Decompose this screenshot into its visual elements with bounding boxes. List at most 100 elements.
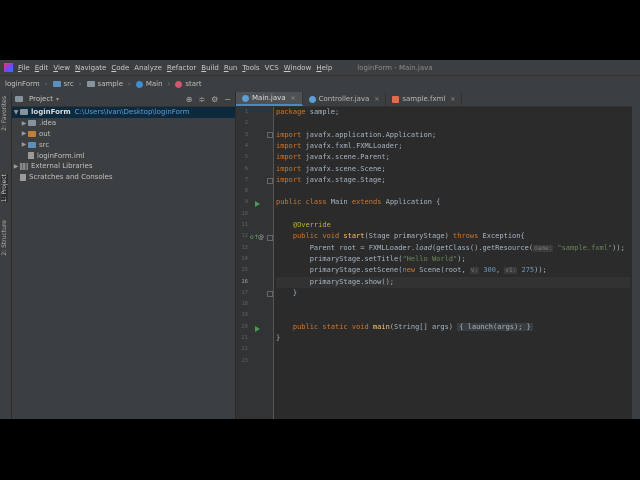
gear-icon[interactable]: ⚙ (211, 95, 218, 104)
java-class-icon (242, 94, 249, 102)
menu-build[interactable]: Build (201, 64, 219, 72)
code-line: Parent root = FXMLLoader.load(getClass()… (309, 243, 625, 252)
project-view-icon (15, 96, 23, 102)
hide-icon[interactable]: − (224, 95, 231, 104)
tree-item-scratches[interactable]: Scratches and Consoles (12, 172, 235, 183)
line-number: 19 (241, 312, 248, 319)
method-icon (175, 80, 183, 88)
breadcrumb-method[interactable]: start (175, 80, 202, 88)
line-number: 13 (241, 244, 248, 251)
project-path: C:\Users\Ivan\Desktop\loginForm (74, 108, 190, 117)
menu-bar: File Edit View Navigate Code Analyze Ref… (0, 60, 640, 75)
project-tool-tab[interactable]: 1: Project (1, 174, 8, 203)
locate-icon[interactable]: ⊕ (186, 95, 193, 104)
menu-refactor[interactable]: Refactor (167, 64, 196, 72)
breakpoint-icon[interactable]: @ (258, 234, 264, 241)
fold-icon[interactable] (267, 291, 273, 297)
line-number: 10 (241, 210, 248, 217)
code-editor: Main.java ✕ Controller.java ✕ sample.fxm… (236, 92, 632, 419)
structure-tool-tab[interactable]: 2: Structure (1, 220, 8, 256)
close-icon[interactable]: ✕ (374, 96, 379, 103)
class-icon (135, 80, 143, 88)
code-line: } (292, 288, 298, 297)
line-number: 17 (241, 289, 248, 296)
chevron-down-icon[interactable]: ▼ (12, 109, 20, 116)
tree-item-out[interactable]: ▶ out (12, 129, 235, 140)
line-number: 20 (241, 323, 248, 330)
close-icon[interactable]: ✕ (450, 96, 455, 103)
code-line: package sample; (276, 108, 340, 116)
code-line: import javafx.fxml.FXMLLoader; (276, 141, 403, 150)
breadcrumb-class[interactable]: Main › (135, 80, 170, 88)
breadcrumb-package[interactable]: sample › (86, 80, 131, 88)
line-number: 5 (244, 154, 248, 161)
fold-icon[interactable] (267, 178, 273, 184)
code-line: public void start(Stage primaryStage) th… (292, 232, 525, 241)
menu-window[interactable]: Window (284, 64, 312, 72)
menu-help[interactable]: Help (316, 64, 332, 72)
tree-item-external-libraries[interactable]: ▶ External Libraries (12, 161, 235, 172)
line-number: 9 (244, 199, 248, 206)
code-line: } (276, 334, 281, 342)
tree-item-iml[interactable]: loginForm.iml (12, 150, 235, 161)
line-number: 16 (241, 278, 248, 285)
code-line: import javafx.scene.Parent; (276, 153, 390, 162)
left-tool-strip: 2: Favorites 1: Project 2: Structure (0, 92, 12, 419)
fold-icon[interactable] (267, 132, 273, 138)
line-number: 1 (244, 109, 248, 115)
code-line: @Override (292, 221, 331, 229)
tab-main-java[interactable]: Main.java ✕ (236, 92, 303, 106)
line-number: 23 (241, 357, 248, 364)
code-line: import javafx.stage.Stage; (276, 175, 386, 184)
line-number: 4 (244, 142, 248, 149)
line-number: 8 (244, 188, 248, 195)
collapse-all-icon[interactable]: ≑ (198, 95, 205, 104)
project-panel-title[interactable]: Project (29, 95, 53, 103)
chevron-right-icon[interactable]: ▶ (20, 120, 28, 127)
run-icon[interactable] (255, 325, 260, 332)
tree-item-src[interactable]: ▶ src (12, 139, 235, 150)
chevron-down-icon[interactable]: ▾ (56, 96, 59, 103)
tree-item-project-root[interactable]: ▼ loginForm C:\Users\Ivan\Desktop\loginF… (12, 107, 235, 118)
close-icon[interactable]: ✕ (291, 95, 296, 102)
line-number: 6 (244, 165, 248, 172)
intellij-logo-icon (4, 63, 13, 72)
menu-navigate[interactable]: Navigate (75, 64, 106, 72)
favorites-tool-tab[interactable]: 2: Favorites (1, 96, 8, 131)
menu-code[interactable]: Code (111, 64, 129, 72)
package-icon (86, 81, 95, 87)
menu-view[interactable]: View (53, 64, 70, 72)
chevron-right-icon[interactable]: ▶ (20, 141, 28, 148)
fold-icon[interactable] (267, 235, 273, 241)
parameter-hint: name: (533, 244, 554, 252)
scratches-icon (20, 173, 26, 181)
breadcrumb-project[interactable]: loginForm › (5, 80, 48, 88)
code-line: import javafx.application.Application; (276, 130, 437, 139)
code-area[interactable]: package sample; import javafx.applicatio… (274, 107, 632, 419)
line-number: 3 (244, 131, 248, 138)
breadcrumb-src[interactable]: src › (52, 80, 82, 88)
menu-vcs[interactable]: VCS (265, 64, 279, 72)
menu-file[interactable]: File (18, 64, 30, 72)
line-number: 12 (241, 233, 248, 240)
line-number: 14 (241, 255, 248, 262)
code-line-current: primaryStage.show(); (276, 276, 630, 288)
tab-controller-java[interactable]: Controller.java ✕ (303, 92, 387, 106)
code-line: primaryStage.setTitle("Hello World"); (309, 254, 466, 263)
editor-gutter[interactable]: 1 2 3 4 5 6 7 8 9 10 11 12 13 14 15 16 1… (236, 107, 274, 419)
tab-sample-fxml[interactable]: sample.fxml ✕ (386, 92, 463, 106)
line-number: 11 (241, 222, 248, 228)
line-number: 22 (241, 346, 248, 353)
menu-run[interactable]: Run (224, 64, 237, 72)
java-class-icon (308, 95, 316, 103)
folder-icon (20, 109, 28, 116)
run-icon[interactable] (255, 201, 260, 207)
chevron-right-icon[interactable]: ▶ (12, 163, 20, 170)
menu-analyze[interactable]: Analyze (134, 64, 162, 72)
folder-icon (28, 120, 36, 127)
tree-item-idea[interactable]: ▶ .idea (12, 118, 235, 129)
fxml-file-icon (392, 95, 400, 103)
menu-tools[interactable]: Tools (242, 64, 259, 72)
chevron-right-icon[interactable]: ▶ (20, 130, 28, 137)
menu-edit[interactable]: Edit (35, 64, 49, 72)
